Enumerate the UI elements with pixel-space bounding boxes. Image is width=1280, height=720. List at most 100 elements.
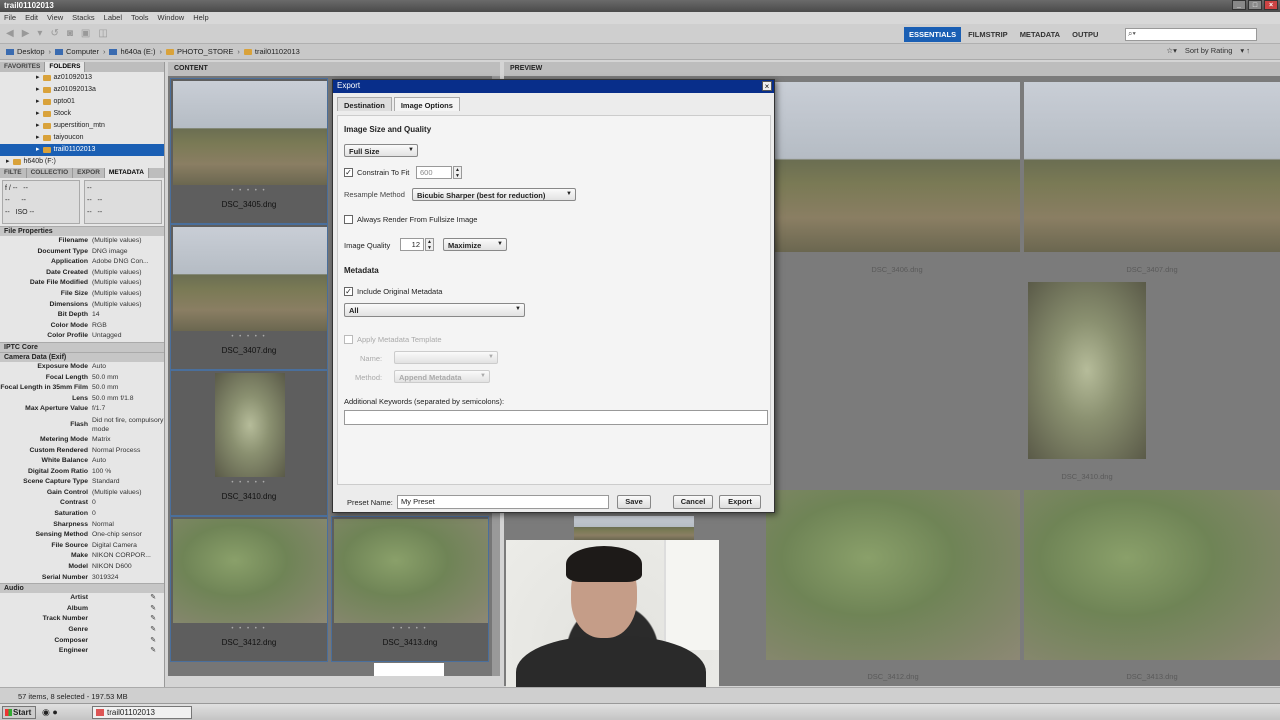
close-window-button[interactable]: × [1264,0,1278,10]
quality-field[interactable]: 12 [400,238,424,251]
metadata-value[interactable]: One-chip sensor [92,530,164,541]
metadata-value[interactable]: f/1.7 [92,404,164,415]
folder-item[interactable]: ▸ taiyoucon [0,132,164,144]
tab-folders[interactable]: FOLDERS [45,62,86,72]
edit-pencil-icon[interactable]: ✎ [92,593,164,604]
tab-expor[interactable]: EXPOR [73,168,105,178]
metadata-value[interactable]: DNG image [92,247,164,258]
file-properties-header[interactable]: File Properties [0,226,164,236]
resample-method-dropdown[interactable]: Bicubic Sharper (best for reduction) ▼ [412,188,576,201]
expand-arrow-icon[interactable]: ▸ [36,96,40,108]
metadata-value[interactable]: NIKON D600 [92,562,164,573]
menu-item-label[interactable]: Label [104,12,122,24]
edit-pencil-icon[interactable]: ✎ [92,646,164,657]
metadata-value[interactable]: NIKON CORPOR... [92,551,164,562]
tab-destination[interactable]: Destination [337,97,392,111]
metadata-value[interactable]: (Multiple values) [92,300,164,311]
expand-arrow-icon[interactable]: ▸ [6,156,10,168]
menu-item-help[interactable]: Help [193,12,208,24]
camera-data-header[interactable]: Camera Data (Exif) [0,351,164,362]
recent-folder-icon[interactable]: ▾ [37,28,42,39]
breadcrumb-item[interactable]: h640a (E:) [109,47,155,56]
metadata-scope-dropdown[interactable]: All ▼ [344,303,525,317]
quicklaunch-icon[interactable]: ◉ ● [42,707,58,718]
start-button[interactable]: Start [2,706,36,719]
iptc-core-header[interactable]: IPTC Core [0,341,164,352]
keywords-field[interactable] [344,410,768,425]
metadata-value[interactable]: RGB [92,321,164,332]
preview-image[interactable] [1024,82,1280,252]
template-method-dropdown[interactable]: Append Metadata ▼ [394,370,490,383]
workspace-essentials[interactable]: ESSENTIALS [904,27,962,42]
edit-pencil-icon[interactable]: ✎ [92,625,164,636]
apply-template-checkbox[interactable] [344,335,353,344]
edit-pencil-icon[interactable]: ✎ [92,636,164,647]
metadata-value[interactable]: (Multiple values) [92,236,164,247]
metadata-value[interactable]: (Multiple values) [92,488,164,499]
preview-panel-header[interactable]: PREVIEW [504,62,1280,76]
folder-item[interactable]: ▸ superstition_mtn [0,120,164,132]
menu-item-view[interactable]: View [47,12,63,24]
folder-item[interactable]: ▸ az01092013a [0,84,164,96]
quality-stepper[interactable]: ▲ ▼ [425,238,434,251]
expand-arrow-icon[interactable]: ▸ [36,120,40,132]
export-button[interactable]: Export [719,495,761,509]
metadata-value[interactable]: Auto [92,456,164,467]
expand-arrow-icon[interactable]: ▸ [36,144,40,156]
folder-item[interactable]: ▸ h640b (F:) [0,156,164,168]
include-metadata-checkbox[interactable]: ✓ [344,287,353,296]
constrain-size-field[interactable]: 600 [416,166,452,179]
metadata-value[interactable]: 0 [92,498,164,509]
open-icon[interactable]: ◫ [98,28,107,39]
metadata-value[interactable]: (Multiple values) [92,268,164,279]
search-input[interactable]: ⌕▾ [1125,28,1257,41]
expand-arrow-icon[interactable]: ▸ [36,132,40,144]
edit-pencil-icon[interactable]: ✎ [92,614,164,625]
metadata-value[interactable]: Untagged [92,331,164,342]
preview-image[interactable] [774,82,1020,252]
preview-image[interactable] [574,516,694,540]
cancel-button[interactable]: Cancel [673,495,713,509]
folder-item[interactable]: ▸ opto01 [0,96,164,108]
tab-filte[interactable]: FILTE [0,168,27,178]
workspace-outpu[interactable]: OUTPU [1067,27,1103,42]
tab-favorites[interactable]: FAVORITES [0,62,46,72]
breadcrumb-item[interactable]: trail01102013 [243,47,300,56]
preview-image[interactable] [1024,490,1280,660]
audio-header[interactable]: Audio [0,583,164,594]
metadata-value[interactable]: 0 [92,509,164,520]
sort-arrow-icon[interactable]: ▾ ↑ [1240,46,1250,55]
constrain-checkbox[interactable]: ✓ [344,168,353,177]
metadata-value[interactable]: Did not fire, compulsory mode [92,416,164,434]
folder-item[interactable]: ▸ trail01102013 [0,144,164,156]
size-mode-dropdown[interactable]: Full Size ▼ [344,144,418,157]
menu-item-stacks[interactable]: Stacks [72,12,95,24]
tab-image-options[interactable]: Image Options [393,97,460,111]
size-stepper[interactable]: ▲ ▼ [453,166,462,179]
camera-icon[interactable]: ◙ [67,28,73,39]
preset-name-field[interactable]: My Preset [397,495,609,509]
metadata-value[interactable]: Normal [92,520,164,531]
thumbnail[interactable]: • • • • • DSC_3407.dng [170,224,328,370]
folder-item[interactable]: ▸ az01092013 [0,72,164,84]
rotate-icon[interactable]: ↺ [50,28,58,39]
thumbnail[interactable]: • • • • • DSC_3405.dng [170,78,328,224]
thumbnail[interactable]: • • • • • DSC_3412.dng [170,516,328,662]
expand-arrow-icon[interactable]: ▸ [36,72,40,84]
breadcrumb-item[interactable]: Desktop [6,47,45,56]
template-name-dropdown[interactable]: ▼ [394,351,498,364]
refine-icon[interactable]: ▣ [81,28,90,39]
content-panel-header[interactable]: CONTENT [168,62,500,76]
metadata-value[interactable]: Standard [92,477,164,488]
breadcrumb-item[interactable]: PHOTO_STORE [165,47,233,56]
thumbnail[interactable]: • • • • • DSC_3413.dng [331,516,489,662]
save-button[interactable]: Save [617,495,651,509]
metadata-value[interactable]: Adobe DNG Con... [92,257,164,268]
forward-arrow-icon[interactable]: ▶ [22,28,30,39]
workspace-metadata[interactable]: METADATA [1015,27,1065,42]
maximize-button[interactable]: □ [1248,0,1262,10]
preview-image[interactable] [1028,282,1146,459]
thumbnail[interactable]: • • • • • DSC_3410.dng [170,370,328,516]
expand-arrow-icon[interactable]: ▸ [36,84,40,96]
expand-arrow-icon[interactable]: ▸ [36,108,40,120]
